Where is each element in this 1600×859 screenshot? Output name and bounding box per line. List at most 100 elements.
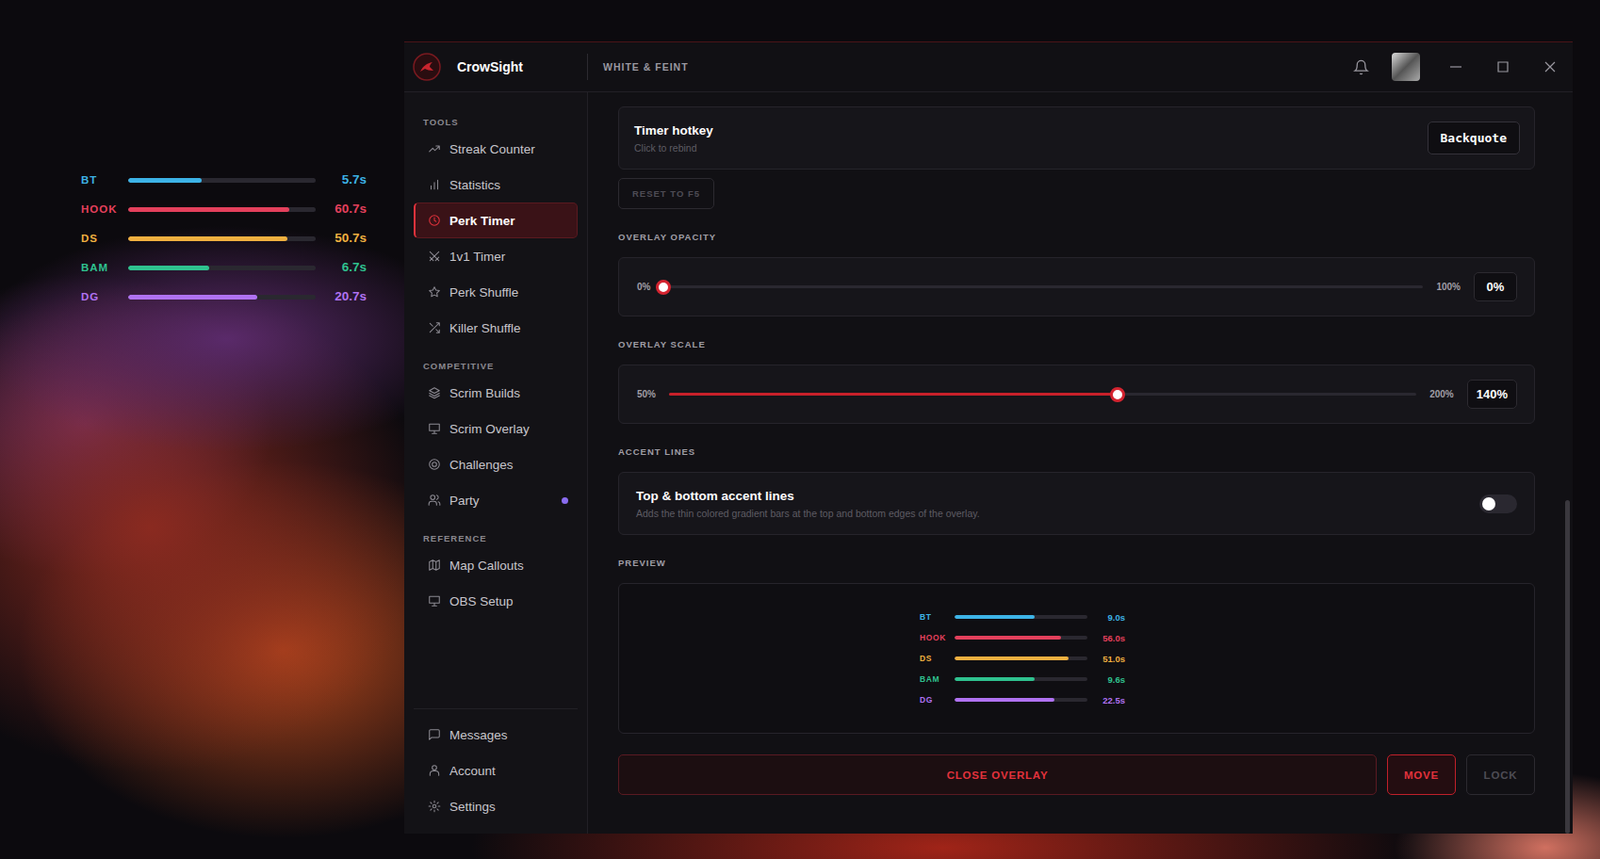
- sidebar-item[interactable]: Map Callouts: [413, 547, 578, 584]
- preview-bar-fill: [954, 656, 1069, 661]
- sidebar-item[interactable]: Killer Shuffle: [413, 310, 578, 346]
- section-label: PREVIEW: [618, 557, 1535, 569]
- sidebar-item-label: Killer Shuffle: [449, 321, 522, 336]
- sidebar-item-label: Perk Shuffle: [449, 285, 519, 300]
- accent-title: Top & bottom accent lines: [636, 489, 980, 504]
- nav-item-icon: [427, 213, 441, 228]
- sidebar-item[interactable]: Party: [413, 482, 578, 519]
- nav-item-icon: [427, 493, 441, 507]
- slider[interactable]: [669, 392, 1417, 396]
- nav-item-icon: [427, 142, 441, 156]
- overlay-bar: [128, 178, 316, 183]
- nav-item-icon: [427, 764, 441, 778]
- close-icon[interactable]: [1538, 55, 1562, 79]
- preview-bar: [954, 698, 1088, 703]
- nav-section-title: COMPETITIVE: [404, 360, 588, 376]
- overlay-reading: 20.7s: [315, 290, 367, 304]
- nav-item-icon: [427, 800, 441, 814]
- overlay-action-button[interactable]: LOCK: [1466, 754, 1535, 796]
- scrollbar[interactable]: [1565, 92, 1570, 834]
- sidebar-item-label: Map Callouts: [449, 558, 524, 573]
- preview-bar: [954, 636, 1088, 640]
- window-body: TOOLS Streak Counter StatisticsPerk Timer 1…: [404, 92, 1573, 834]
- sidebar-item-label: 1v1 Timer: [449, 249, 506, 264]
- minimize-icon[interactable]: [1444, 55, 1468, 79]
- crow-logo-icon: [411, 51, 442, 82]
- nav-item-icon: [427, 422, 441, 436]
- sidebar-item[interactable]: Statistics: [413, 166, 578, 203]
- preview-overlay: BT9.0sHOOK56.0sDS51.0sBAM9.6sDG22.5s: [919, 612, 1126, 706]
- maximize-icon[interactable]: [1491, 55, 1515, 79]
- preview-bar-fill: [954, 615, 1035, 620]
- preview-label: DG: [919, 695, 955, 706]
- sidebar-item-label: OBS Setup: [449, 594, 514, 609]
- sidebar-item[interactable]: Scrim Overlay: [413, 410, 578, 447]
- overlay-reading: 60.7s: [315, 202, 367, 216]
- app-window: CrowSightWHITE & FEINTTOOLSStreak Counte…: [404, 41, 1573, 834]
- settings-panel: Timer hotkeyClick to rebindBackquoteRESE…: [587, 92, 1573, 834]
- reset-row: RESET TO F5: [618, 178, 1535, 210]
- reset-button[interactable]: RESET TO F5: [618, 178, 715, 210]
- accent-description: Adds the thin colored gradient bars at t…: [636, 507, 980, 520]
- sidebar-item[interactable]: Streak Counter: [413, 130, 578, 167]
- hotkey-button[interactable]: Backquote: [1427, 121, 1520, 155]
- sidebar-item[interactable]: Messages: [413, 717, 578, 753]
- sidebar-item-label: Party: [449, 493, 480, 508]
- desktop: BT 5.7s HOOK 60.7s DS 50.7s BAM 6.7s DG 20.7s Crow…: [0, 0, 1600, 859]
- slider-value[interactable]: 0%: [1473, 272, 1518, 302]
- preview-bar-fill: [954, 698, 1055, 703]
- sidebar-item[interactable]: Settings: [413, 788, 578, 825]
- nav-item-icon: [427, 386, 441, 400]
- sidebar-item[interactable]: Perk Shuffle: [413, 274, 578, 311]
- slider-value[interactable]: 140%: [1467, 379, 1518, 409]
- hotkey-hint: Click to rebind: [634, 142, 714, 154]
- sidebar-item[interactable]: 1v1 Timer: [413, 238, 578, 275]
- sidebar-item[interactable]: Perk Timer: [413, 202, 578, 239]
- sidebar-item[interactable]: Challenges: [413, 446, 578, 483]
- nav-item-icon: [427, 249, 441, 263]
- sidebar-item-label: Settings: [449, 800, 496, 815]
- toggle-knob: [1482, 497, 1496, 511]
- slider-fill: [669, 392, 1118, 396]
- nav-section-title: REFERENCE: [404, 533, 588, 548]
- preview-label: BAM: [919, 674, 955, 686]
- preview-label: HOOK: [919, 633, 955, 644]
- nav-item-icon: [427, 321, 441, 335]
- overlay-bar: [128, 294, 316, 300]
- accent-card: Top & bottom accent lines Adds the thin c…: [618, 472, 1535, 536]
- nav-section-title: TOOLS: [404, 116, 588, 131]
- overlay-reading: 6.7s: [315, 261, 367, 275]
- scrollbar-thumb[interactable]: [1565, 500, 1570, 834]
- overlay-action-button[interactable]: CLOSE OVERLAY: [618, 754, 1377, 796]
- sidebar-item-label: Streak Counter: [449, 142, 536, 157]
- overlay-reading: 50.7s: [315, 231, 367, 245]
- preview-bar-fill: [954, 636, 1062, 640]
- bell-icon[interactable]: [1353, 59, 1370, 76]
- slider-thumb[interactable]: [1110, 387, 1126, 403]
- preview-reading: 22.5s: [1087, 695, 1126, 706]
- overlay-bar-fill: [128, 265, 210, 271]
- overlay-label: DS: [81, 231, 129, 245]
- slider-thumb[interactable]: [655, 279, 671, 295]
- settings-content: Timer hotkeyClick to rebindBackquoteRESE…: [587, 92, 1566, 834]
- overlay-action-button[interactable]: MOVE: [1387, 754, 1456, 796]
- sidebar: TOOLS Streak Counter StatisticsPerk Timer 1…: [404, 92, 588, 834]
- overlay-label: DG: [81, 290, 129, 304]
- nav-item-icon: [427, 285, 441, 299]
- slider[interactable]: [663, 285, 1423, 289]
- overlay-label: BAM: [81, 261, 129, 275]
- avatar[interactable]: [1391, 52, 1421, 82]
- overlay-bar-fill: [128, 207, 290, 213]
- sidebar-item[interactable]: Scrim Builds: [413, 375, 578, 411]
- sidebar-item[interactable]: OBS Setup: [413, 583, 578, 620]
- sidebar-item[interactable]: Account: [413, 752, 578, 789]
- preview-box: BT9.0sHOOK56.0sDS51.0sBAM9.6sDG22.5s: [618, 583, 1535, 735]
- timer-overlay[interactable]: BT5.7sHOOK60.7sDS50.7sBAM6.7sDG20.7s: [81, 173, 367, 304]
- preview-bar-fill: [954, 677, 1035, 682]
- overlay-label: BT: [81, 173, 129, 187]
- accent-section: ACCENT LINESTop & bottom accent linesAdd…: [618, 446, 1535, 536]
- sidebar-item-label: Scrim Builds: [449, 386, 521, 401]
- nav-section: COMPETITIVE Scrim Builds Scrim OverlayChal…: [404, 360, 588, 519]
- overlay-reading: 5.7s: [315, 173, 367, 187]
- accent-toggle[interactable]: [1479, 494, 1518, 514]
